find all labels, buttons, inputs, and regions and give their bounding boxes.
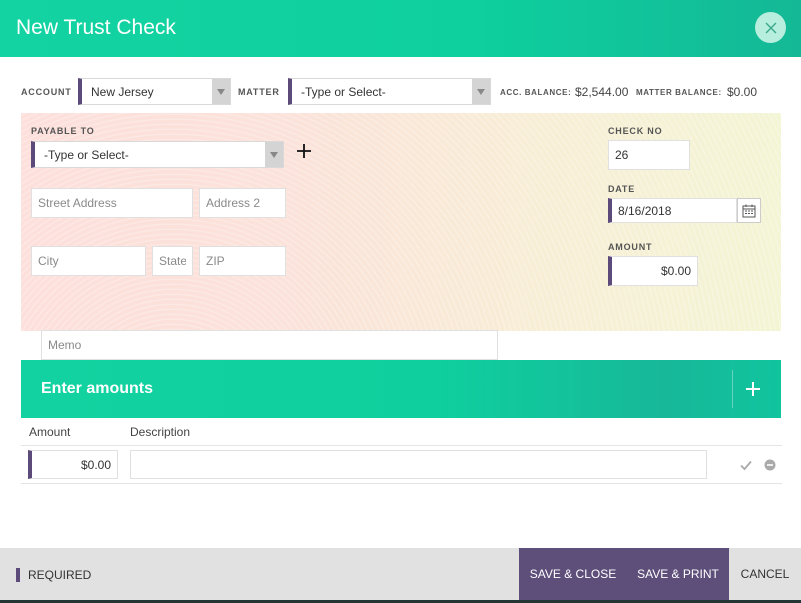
minus-circle-icon[interactable] (764, 459, 776, 471)
table-row-divider (21, 483, 782, 484)
calendar-icon (742, 204, 756, 217)
table-header-divider (21, 445, 782, 446)
check-no-label: CHECK NO (608, 126, 663, 136)
matter-balance-label: MATTER BALANCE: (636, 88, 722, 97)
required-marker (16, 568, 20, 582)
check-amount-input[interactable] (608, 256, 698, 286)
account-label: ACCOUNT (21, 87, 72, 97)
amount-label: AMOUNT (608, 242, 653, 252)
payable-to-select[interactable]: -Type or Select- (31, 141, 284, 168)
matter-label: MATTER (238, 87, 280, 97)
payable-to-label: PAYABLE TO (31, 126, 95, 136)
dialog-footer: REQUIRED SAVE & CLOSE SAVE & PRINT CANCE… (0, 548, 801, 600)
dialog-title: New Trust Check (16, 16, 176, 39)
new-trust-check-dialog: New Trust Check ACCOUNT New Jersey MATTE… (0, 0, 801, 603)
dialog-header: New Trust Check (0, 0, 801, 57)
acc-balance-label: ACC. BALANCE: (500, 88, 572, 97)
matter-balance-value: $0.00 (727, 85, 758, 99)
chevron-down-icon (217, 88, 225, 95)
enter-amounts-bar: Enter amounts (21, 360, 781, 418)
save-print-button[interactable]: SAVE & PRINT (627, 548, 729, 600)
account-select[interactable]: New Jersey (78, 78, 231, 105)
city-input[interactable] (31, 246, 146, 276)
date-label: DATE (608, 184, 636, 194)
close-button[interactable] (755, 12, 786, 43)
bar-divider (732, 370, 733, 408)
date-picker-button[interactable] (737, 198, 761, 223)
required-label: REQUIRED (28, 568, 92, 582)
matter-select-value: -Type or Select- (301, 85, 386, 99)
matter-dropdown-toggle[interactable] (472, 79, 490, 104)
chevron-down-icon (270, 151, 278, 158)
row-amount-input[interactable] (28, 450, 118, 479)
close-icon (765, 22, 776, 33)
plus-icon (297, 144, 311, 158)
matter-select[interactable]: -Type or Select- (288, 78, 491, 105)
save-close-button[interactable]: SAVE & CLOSE (519, 548, 627, 600)
zip-input[interactable] (199, 246, 286, 276)
account-dropdown-toggle[interactable] (212, 79, 230, 104)
amount-column-header: Amount (29, 425, 71, 439)
address2-input[interactable] (199, 188, 286, 218)
account-select-value: New Jersey (91, 85, 154, 99)
street-address-input[interactable] (31, 188, 193, 218)
enter-amounts-title: Enter amounts (41, 380, 154, 397)
row-description-input[interactable] (130, 450, 707, 479)
memo-input[interactable] (41, 330, 498, 360)
payable-to-select-value: -Type or Select- (44, 148, 129, 162)
add-payee-button[interactable] (297, 144, 313, 160)
chevron-down-icon (477, 88, 485, 95)
cancel-button[interactable]: CANCEL (729, 548, 801, 600)
check-no-input[interactable] (608, 140, 690, 170)
description-column-header: Description (130, 425, 191, 439)
acc-balance-value: $2,544.00 (575, 85, 629, 99)
payable-to-dropdown-toggle[interactable] (265, 142, 283, 167)
check-icon[interactable] (740, 459, 752, 471)
date-input[interactable] (608, 198, 737, 223)
state-input[interactable] (152, 246, 193, 276)
add-amount-row-button[interactable] (742, 378, 764, 400)
plus-icon (746, 382, 760, 396)
